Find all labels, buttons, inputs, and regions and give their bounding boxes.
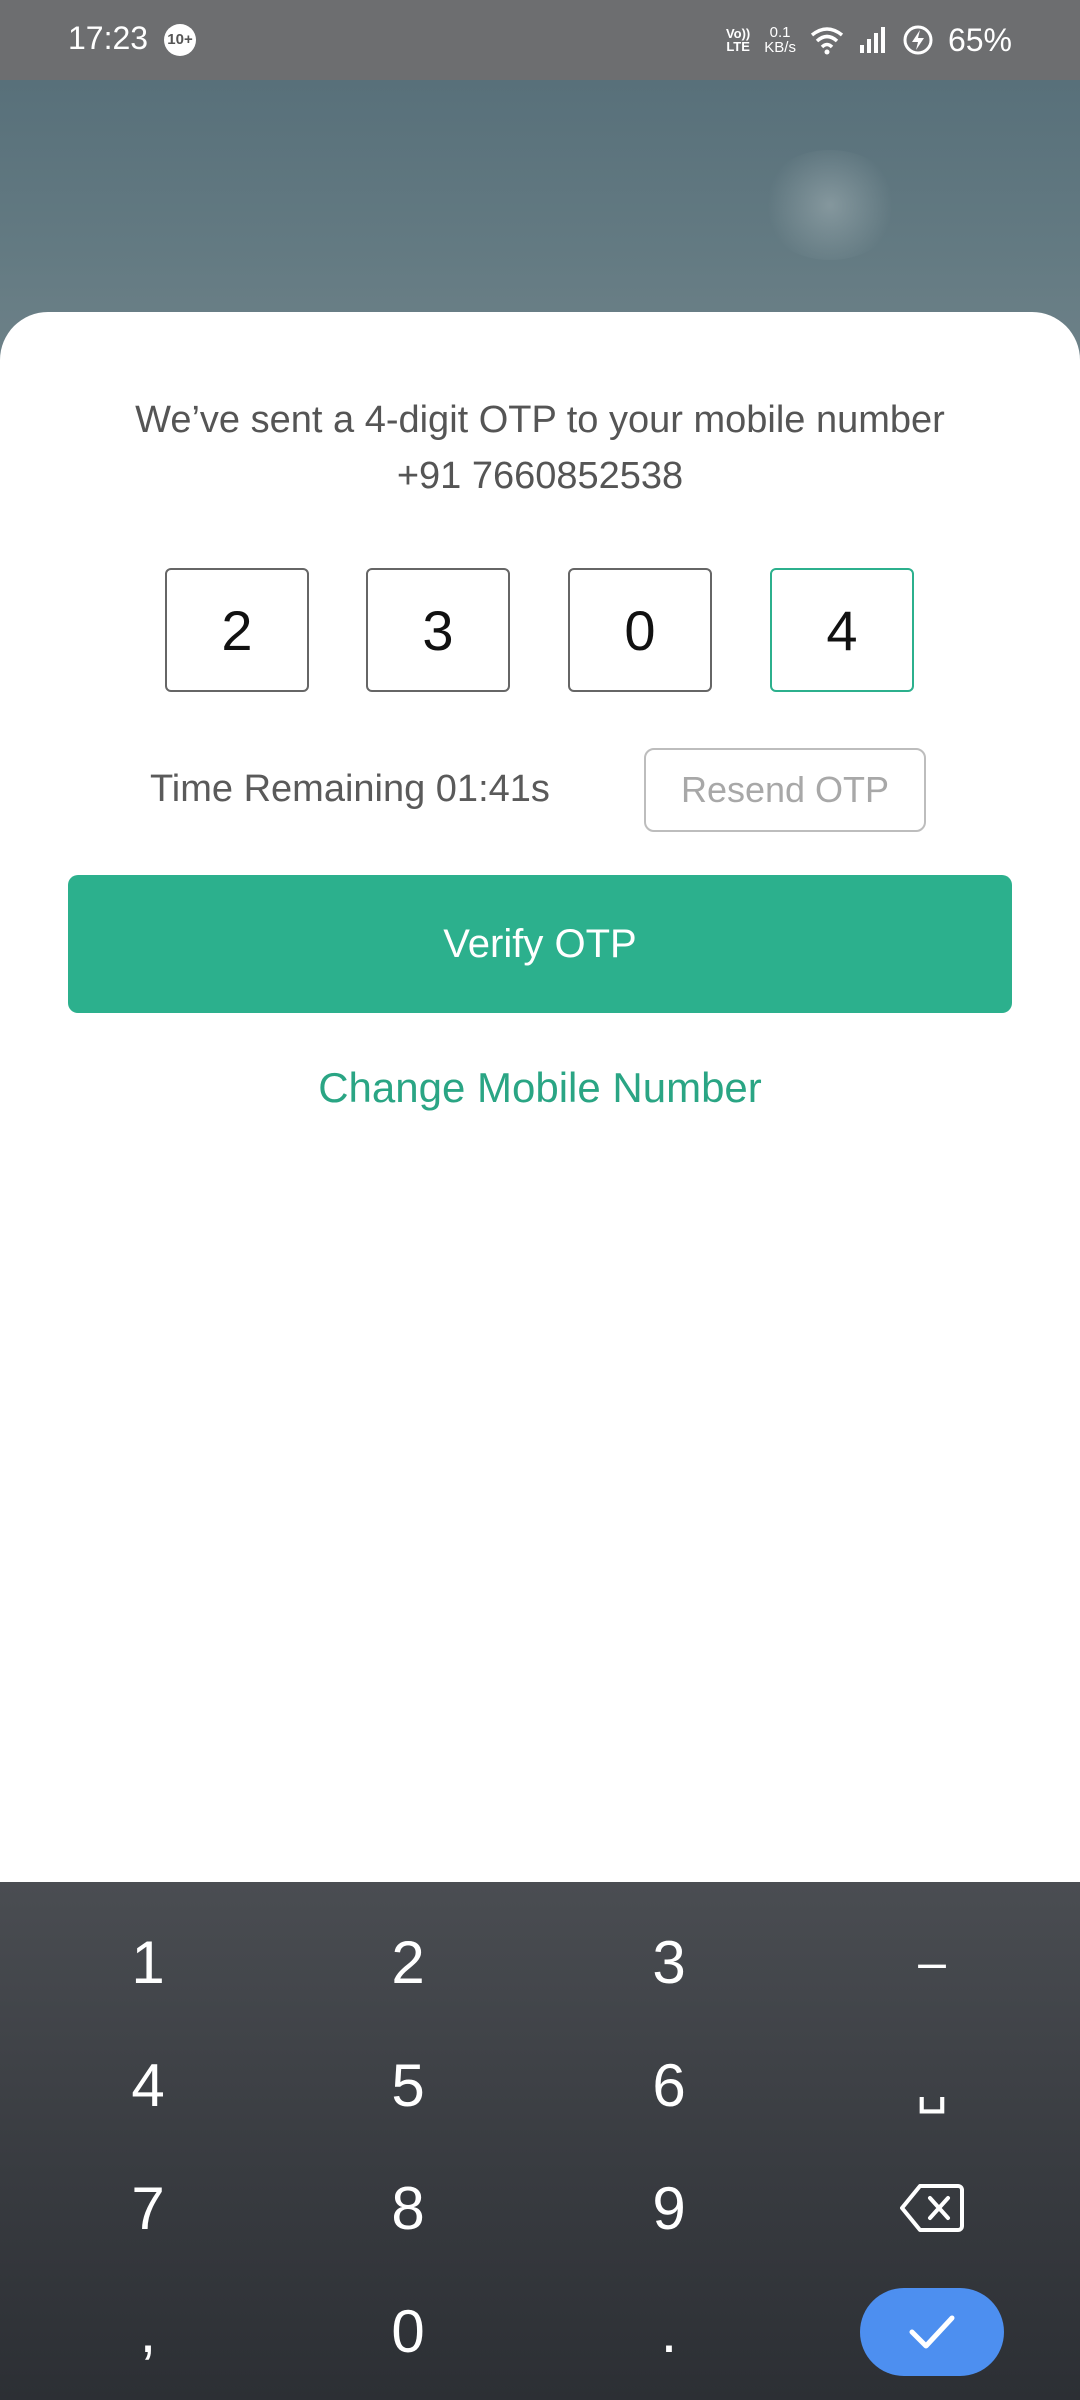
key-0[interactable]: 0 (328, 2276, 488, 2386)
volte-icon: Vo)) LTE (725, 26, 751, 54)
network-speed: 0.1 KB/s (764, 24, 796, 56)
resend-otp-button[interactable]: Resend OTP (644, 748, 926, 832)
time-remaining: Time Remaining 01:41s (150, 768, 550, 810)
notification-badge: 10+ (164, 24, 196, 56)
key-dash[interactable]: – (852, 1907, 1012, 2017)
backspace-key[interactable] (852, 2153, 1012, 2263)
battery-charging-icon (903, 25, 933, 55)
otp-digit-1[interactable]: 2 (165, 568, 309, 692)
change-mobile-number-link[interactable]: Change Mobile Number (0, 1064, 1080, 1112)
key-2[interactable]: 2 (328, 1907, 488, 2017)
numeric-keyboard: 1 2 3 – 4 5 6 ␣ 7 8 9 , 0 . (0, 1882, 1080, 2400)
otp-message-text: We’ve sent a 4-digit OTP to your mobile … (135, 399, 945, 441)
verify-otp-button[interactable]: Verify OTP (68, 875, 1012, 1013)
key-space[interactable]: ␣ (852, 2030, 1012, 2140)
done-key[interactable] (860, 2288, 1004, 2376)
key-comma[interactable]: , (68, 2276, 228, 2386)
key-4[interactable]: 4 (68, 2030, 228, 2140)
key-1[interactable]: 1 (68, 1907, 228, 2017)
battery-percent: 65% (947, 21, 1012, 58)
backspace-icon (900, 2184, 964, 2232)
otp-digit-3[interactable]: 0 (568, 568, 712, 692)
otp-message: We’ve sent a 4-digit OTP to your mobile … (40, 392, 1040, 504)
key-3[interactable]: 3 (589, 1907, 749, 2017)
otp-sheet: We’ve sent a 4-digit OTP to your mobile … (0, 312, 1080, 1882)
key-7[interactable]: 7 (68, 2153, 228, 2263)
status-bar: 17:23 10+ Vo)) LTE 0.1 KB/s 65% (0, 0, 1080, 80)
signal-icon (859, 27, 885, 53)
status-icons: Vo)) LTE 0.1 KB/s 65% (726, 16, 1012, 64)
otp-digit-4[interactable]: 4 (770, 568, 914, 692)
otp-digit-2[interactable]: 3 (366, 568, 510, 692)
key-8[interactable]: 8 (328, 2153, 488, 2263)
key-period[interactable]: . (589, 2276, 749, 2386)
key-5[interactable]: 5 (328, 2030, 488, 2140)
key-6[interactable]: 6 (589, 2030, 749, 2140)
key-9[interactable]: 9 (589, 2153, 749, 2263)
check-icon (909, 2315, 955, 2349)
status-time: 17:23 (68, 20, 149, 56)
mobile-number: +91 7660852538 (396, 455, 684, 497)
wifi-icon (810, 27, 844, 55)
